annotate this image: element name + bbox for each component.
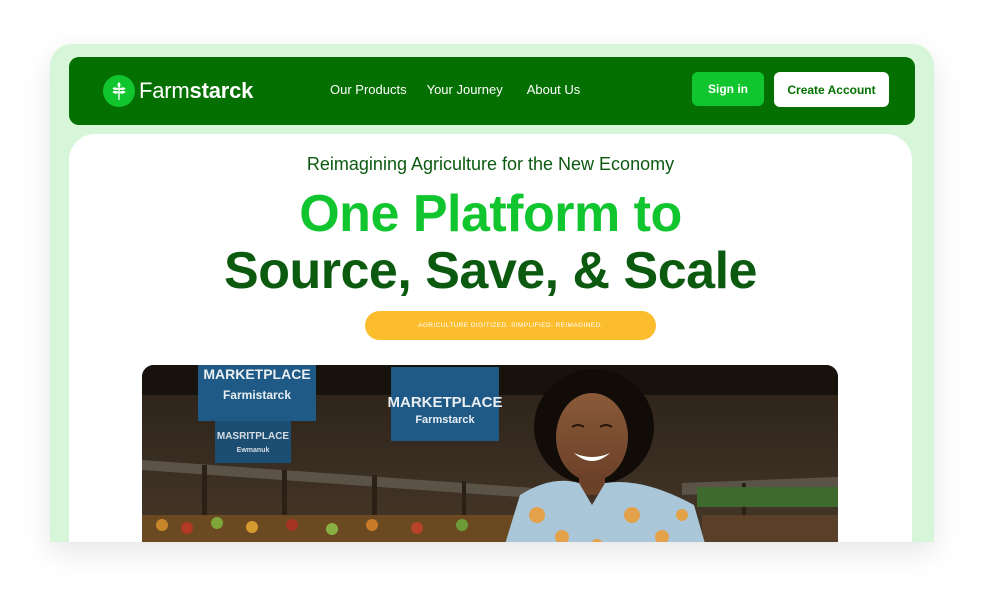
hero-headline-line2: Source, Save, & Scale [224, 242, 757, 300]
brand-name-regular: Farm [139, 78, 190, 103]
sign-subtitle-1: Farmistarck [223, 388, 291, 402]
hero-eyebrow: Reimagining Agriculture for the New Econ… [306, 154, 675, 174]
hero-image: MARKETPLACE Farmistarck MARKETPLACE Farm… [142, 365, 838, 542]
brand-wordmark: Farmstarck [139, 78, 253, 104]
sign-title-3: MASRITPLACE [217, 431, 290, 442]
sign-subtitle-2: Farmstarck [415, 414, 475, 426]
marketplace-photo: MARKETPLACE Farmistarck MARKETPLACE Farm… [142, 365, 838, 542]
create-account-button[interactable]: Create Account [774, 72, 889, 107]
wheat-leaf-icon [103, 75, 135, 107]
nav-link-our-products[interactable]: Our Products [330, 82, 407, 97]
nav-link-your-journey[interactable]: Your Journey [427, 82, 503, 97]
hero-tagline-pill: AGRICULTURE DIGITIZED. SIMPLIFIED. REIMA… [365, 311, 656, 340]
browser-frame: Farmstarck Our Products Your Journey Abo… [50, 44, 934, 542]
sign-title-1: MARKETPLACE [203, 366, 310, 382]
brand-logo[interactable]: Farmstarck [103, 75, 253, 107]
sign-in-button[interactable]: Sign in [692, 72, 764, 106]
sign-title-2: MARKETPLACE [388, 394, 503, 411]
sign-subtitle-3: Ewmanuk [237, 447, 270, 454]
brand-name-bold: starck [189, 78, 254, 103]
nav-link-about-us[interactable]: About Us [527, 82, 580, 97]
top-navbar: Farmstarck Our Products Your Journey Abo… [69, 57, 915, 125]
nav-links: Our Products Your Journey About Us [330, 82, 600, 97]
hero-section: Reimagining Agriculture for the New Econ… [69, 134, 912, 542]
hero-headline-line1: One Platform to [299, 185, 682, 243]
